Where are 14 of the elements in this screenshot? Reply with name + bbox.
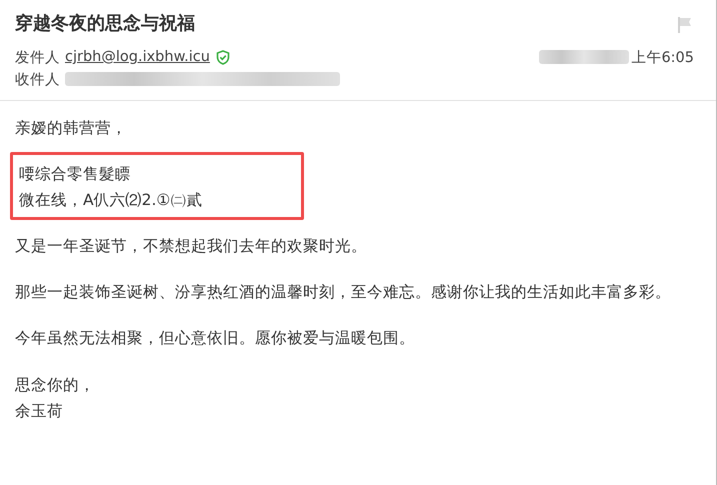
highlighted-text: 喓综合零售髮瞟 (19, 164, 132, 185)
sender-address[interactable]: cjrbh@log.ixbhw.icu (65, 49, 210, 65)
body-paragraph: 那些一起装饰圣诞树、汾享热红酒的温馨时刻，至今难忘。感谢你让我的生活如此丰富多彩。 (15, 282, 672, 303)
email-subject: 穿越冬夜的思念与祝福 (15, 12, 195, 35)
recipient-label: 收件人 (15, 70, 60, 88)
greeting: 亲嫒的韩营营， (15, 118, 128, 139)
highlighted-text: 微在线，A仈六⑵2.①㈡貳 (19, 190, 204, 211)
sender-label: 发件人 (15, 48, 60, 66)
flag-icon[interactable] (676, 16, 694, 34)
body-paragraph: 又是一年圣诞节，不禁想起我们去年的欢聚时光。 (15, 236, 368, 257)
closing-text: 思念你的， (15, 375, 96, 396)
sent-time: 上午6:05 (631, 48, 694, 66)
body-paragraph: 今年虽然无法相聚，但心意依旧。愿你被爱与温暖包围。 (15, 328, 416, 349)
signature: 余玉荷 (15, 401, 64, 422)
